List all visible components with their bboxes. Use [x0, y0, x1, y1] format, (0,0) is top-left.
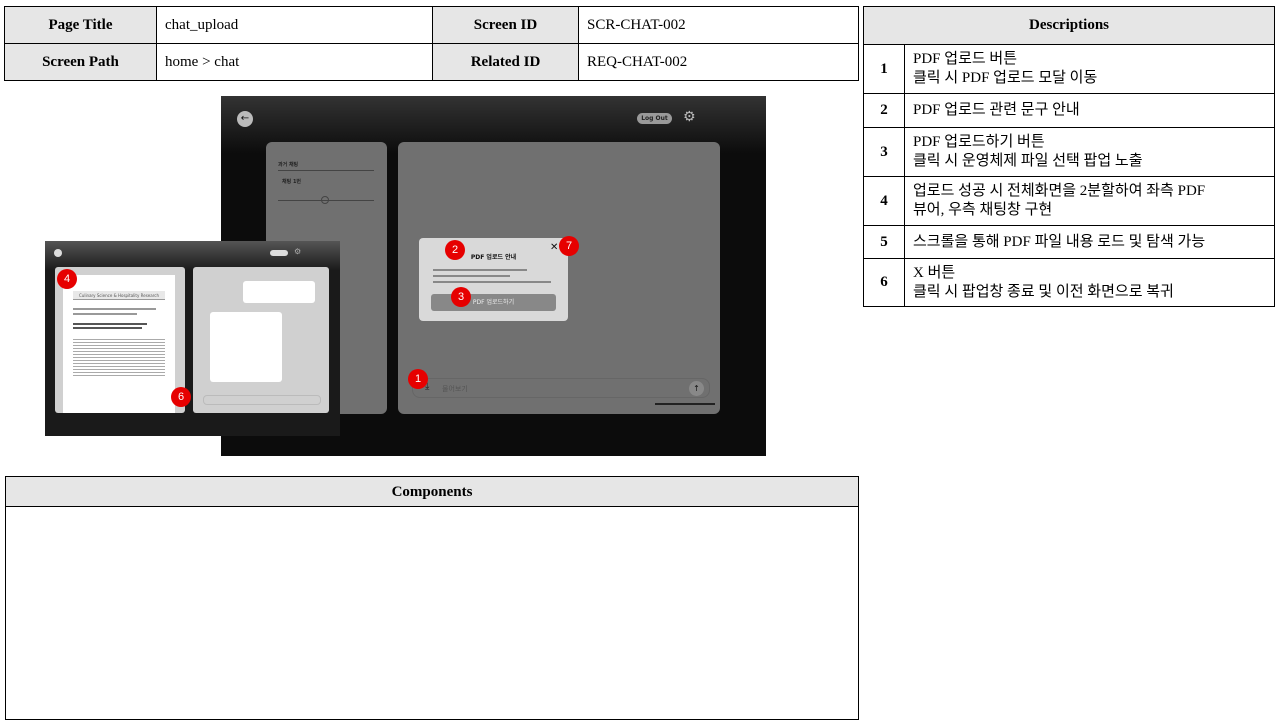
row-number: 4: [863, 176, 905, 226]
description-row: 스크롤을 통해 PDF 파일 내용 로드 및 탐색 가능: [904, 225, 1275, 259]
descriptions-table: Descriptions 1 PDF 업로드 버튼 클릭 시 PDF 업로드 모달 …: [863, 6, 1275, 307]
add-chat-icon[interactable]: [321, 196, 329, 204]
page-title-label: Page Title: [4, 6, 157, 44]
related-id-label: Related ID: [432, 43, 579, 81]
description-line: 클릭 시 PDF 업로드 모달 이동: [913, 70, 1098, 86]
description-row: PDF 업로드 버튼클릭 시 PDF 업로드 모달 이동: [904, 44, 1275, 94]
description-line: PDF 업로드하기 버튼: [913, 134, 1045, 150]
badge-1: 1: [408, 369, 428, 389]
description-line: 뷰어, 우측 채팅창 구현: [913, 202, 1053, 218]
back-button[interactable]: [54, 249, 62, 257]
char-limit-note: [655, 403, 715, 405]
send-button[interactable]: ↑: [689, 381, 704, 396]
badge-7: 7: [559, 236, 579, 256]
components-title: Components: [6, 477, 858, 507]
description-line: 스크롤을 통해 PDF 파일 내용 로드 및 탐색 가능: [913, 233, 1206, 250]
screen-id-label: Screen ID: [432, 6, 579, 44]
description-line: 클릭 시 운영체제 파일 선택 팝업 노출: [913, 153, 1143, 169]
pdf-viewer-panel[interactable]: Culinary Science & Hospitality Research: [55, 267, 185, 413]
screen-path-label: Screen Path: [4, 43, 157, 81]
back-button[interactable]: ←: [237, 111, 253, 127]
gear-icon[interactable]: ⚙: [294, 247, 301, 256]
related-id: REQ-CHAT-002: [578, 43, 859, 81]
split-view-mockup: ⚙ Culinary Science & Hospitality Researc…: [45, 241, 340, 436]
descriptions-title: Descriptions: [863, 6, 1275, 45]
description-row: PDF 업로드 관련 문구 안내: [904, 93, 1275, 128]
row-number: 1: [863, 44, 905, 94]
components-section: Components: [5, 476, 859, 720]
logout-button[interactable]: [270, 250, 288, 256]
chat-input[interactable]: [203, 395, 321, 405]
bot-message-bubble: [210, 312, 282, 382]
input-placeholder: 물어보기: [442, 385, 468, 393]
split-chat-panel: [193, 267, 329, 413]
badge-4: 4: [57, 269, 77, 289]
gear-icon[interactable]: ⚙: [683, 110, 696, 124]
row-number: 6: [863, 258, 905, 307]
chat-input[interactable]: ⤓ 물어보기 ↑: [412, 378, 710, 398]
user-message-bubble: [243, 281, 315, 303]
meta-table: Page Title chat_upload Screen ID SCR-CHA…: [4, 6, 859, 81]
badge-3: 3: [451, 287, 471, 307]
description-row: 업로드 성공 시 전체화면을 2분할하여 좌측 PDF 뷰어, 우측 채팅창 구현: [904, 176, 1275, 226]
row-number: 5: [863, 225, 905, 259]
divider: [278, 170, 374, 171]
screen-path: home > chat: [156, 43, 433, 81]
screen-id: SCR-CHAT-002: [578, 6, 859, 44]
badge-2: 2: [445, 240, 465, 260]
row-number: 3: [863, 127, 905, 177]
pdf-upload-submit-button[interactable]: PDF 업로드하기: [431, 294, 556, 311]
pdf-page: Culinary Science & Hospitality Research: [63, 275, 175, 413]
description-line: 업로드 성공 시 전체화면을 2분할하여 좌측 PDF: [913, 183, 1206, 199]
description-row: PDF 업로드하기 버튼클릭 시 운영체제 파일 선택 팝업 노출: [904, 127, 1275, 177]
badge-6: 6: [171, 387, 191, 407]
row-number: 2: [863, 93, 905, 128]
modal-title: PDF 업로드 안내: [470, 254, 517, 261]
pdf-journal-title: Culinary Science & Hospitality Research: [73, 291, 165, 300]
history-title: 과거 채팅: [278, 162, 299, 168]
modal-guide-text: [433, 267, 551, 287]
page-title: chat_upload: [156, 6, 433, 44]
description-line: PDF 업로드 버튼: [913, 51, 1018, 67]
logout-button[interactable]: Log Out: [637, 113, 672, 124]
close-icon[interactable]: ✕: [550, 242, 558, 253]
chat-panel: PDF 업로드 안내 ✕ PDF 업로드하기 ⤓ 물어보기 ↑: [398, 142, 720, 414]
description-row: X 버튼클릭 시 팝업창 종료 및 이전 화면으로 복귀: [904, 258, 1275, 307]
description-line: X 버튼: [913, 264, 956, 281]
chat-item[interactable]: 채팅 1번: [282, 178, 301, 185]
pdf-upload-modal: PDF 업로드 안내 ✕ PDF 업로드하기: [419, 238, 568, 321]
description-line: PDF 업로드 관련 문구 안내: [913, 102, 1080, 118]
description-line: 클릭 시 팝업창 종료 및 이전 화면으로 복귀: [913, 283, 1174, 300]
